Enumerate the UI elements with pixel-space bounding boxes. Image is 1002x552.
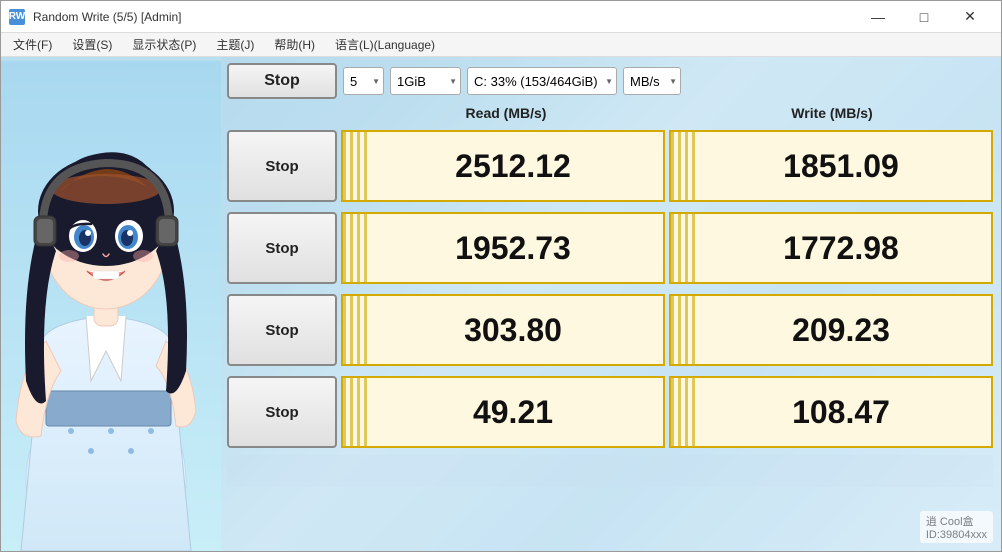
maximize-button[interactable]: □ — [901, 1, 947, 33]
watermark-id: ID:39804xxx — [926, 529, 987, 541]
write-result-1: 1851.09 — [669, 130, 993, 202]
menu-settings[interactable]: 设置(S) — [64, 34, 120, 55]
watermark-site: 逍 Cool盒 — [926, 516, 974, 528]
read-header: Read (MB/s) — [345, 103, 667, 123]
character-background — [1, 57, 221, 551]
content-area: Stop 5 1 3 10 1GiB 512MiB 2GiB 4GiB — [1, 57, 1001, 551]
minimize-button[interactable]: — — [855, 1, 901, 33]
stop-button-3[interactable]: Stop — [227, 294, 337, 366]
menu-file[interactable]: 文件(F) — [5, 34, 60, 55]
write-result-4: 108.47 — [669, 376, 993, 448]
close-button[interactable]: ✕ — [947, 1, 993, 33]
menu-display[interactable]: 显示状态(P) — [124, 34, 204, 55]
read-result-1: 2512.12 — [341, 130, 665, 202]
write-header: Write (MB/s) — [671, 103, 993, 123]
menu-bar: 文件(F) 设置(S) 显示状态(P) 主题(J) 帮助(H) 语言(L)(La… — [1, 33, 1001, 57]
drive-select-wrapper[interactable]: C: 33% (153/464GiB) — [467, 67, 617, 95]
menu-theme[interactable]: 主题(J) — [208, 34, 262, 55]
size-select-wrapper[interactable]: 1GiB 512MiB 2GiB 4GiB — [390, 67, 461, 95]
window-title: Random Write (5/5) [Admin] — [33, 10, 182, 24]
stop-button-2[interactable]: Stop — [227, 212, 337, 284]
title-bar-left: RW Random Write (5/5) [Admin] — [9, 9, 182, 25]
controls-row: Stop 5 1 3 10 1GiB 512MiB 2GiB 4GiB — [227, 63, 993, 99]
count-select-wrapper[interactable]: 5 1 3 10 — [343, 67, 384, 95]
main-window: RW Random Write (5/5) [Admin] — □ ✕ 文件(F… — [0, 0, 1002, 552]
stop-button-4[interactable]: Stop — [227, 376, 337, 448]
write-value-3: 209.23 — [772, 312, 890, 349]
read-result-3: 303.80 — [341, 294, 665, 366]
unit-select-wrapper[interactable]: MB/s GB/s IOPS — [623, 67, 681, 95]
count-select[interactable]: 5 1 3 10 — [343, 67, 384, 95]
anime-character — [1, 61, 221, 551]
bench-row-4: Stop 49.21 108.47 — [227, 373, 993, 451]
bench-row-2: Stop 1952.73 1772.98 — [227, 209, 993, 287]
bottom-spacer — [227, 455, 993, 487]
benchmark-panel: Stop 5 1 3 10 1GiB 512MiB 2GiB 4GiB — [221, 57, 1001, 551]
stop-button-1[interactable]: Stop — [227, 130, 337, 202]
window-controls: — □ ✕ — [855, 1, 993, 33]
size-select[interactable]: 1GiB 512MiB 2GiB 4GiB — [390, 67, 461, 95]
write-value-1: 1851.09 — [763, 148, 899, 185]
read-value-1: 2512.12 — [435, 148, 571, 185]
bench-row-3: Stop 303.80 209.23 — [227, 291, 993, 369]
read-value-3: 303.80 — [444, 312, 562, 349]
write-result-2: 1772.98 — [669, 212, 993, 284]
write-result-3: 209.23 — [669, 294, 993, 366]
read-value-4: 49.21 — [453, 394, 553, 431]
bench-row-1: Stop 2512.12 1851.09 — [227, 127, 993, 205]
menu-help[interactable]: 帮助(H) — [266, 34, 323, 55]
read-result-4: 49.21 — [341, 376, 665, 448]
main-stop-button[interactable]: Stop — [227, 63, 337, 99]
app-icon: RW — [9, 9, 25, 25]
menu-language[interactable]: 语言(L)(Language) — [327, 34, 443, 55]
write-value-4: 108.47 — [772, 394, 890, 431]
read-value-2: 1952.73 — [435, 230, 571, 267]
read-result-2: 1952.73 — [341, 212, 665, 284]
column-headers: Read (MB/s) Write (MB/s) — [227, 103, 993, 123]
unit-select[interactable]: MB/s GB/s IOPS — [623, 67, 681, 95]
title-bar: RW Random Write (5/5) [Admin] — □ ✕ — [1, 1, 1001, 33]
watermark: 逍 Cool盒 ID:39804xxx — [920, 511, 993, 543]
character-area — [1, 57, 221, 551]
drive-select[interactable]: C: 33% (153/464GiB) — [467, 67, 617, 95]
write-value-2: 1772.98 — [763, 230, 899, 267]
